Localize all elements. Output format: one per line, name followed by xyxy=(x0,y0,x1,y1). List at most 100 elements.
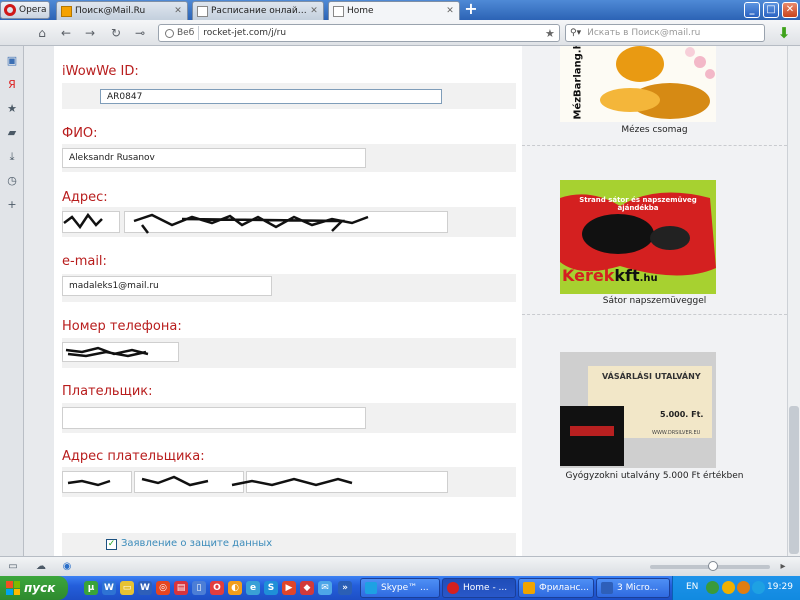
minimize-window-icon[interactable]: _ xyxy=(744,2,760,18)
voucher-amount: 5.000. Ft. xyxy=(660,410,704,419)
add-panel-icon[interactable]: + xyxy=(5,198,19,212)
search-field[interactable]: ⚲▾ Искать в Поиск@mail.ru xyxy=(565,24,765,42)
address-field[interactable]: Веб rocket-jet.com/j/ru ★ xyxy=(158,24,560,42)
utorrent-icon[interactable]: µ xyxy=(84,581,98,595)
tray-update-icon[interactable] xyxy=(737,581,750,594)
honey-ad-image[interactable]: MézBarlang.hu xyxy=(560,46,716,122)
web-badge[interactable]: Веб xyxy=(161,26,200,40)
folder-icon[interactable]: ▭ xyxy=(120,581,134,595)
start-button[interactable]: пуск xyxy=(0,576,68,600)
globe-icon xyxy=(165,28,174,38)
tent-ad-image[interactable]: Strand sátor és napszemüveg ajándékba Ke… xyxy=(560,180,716,294)
bookmarks-star-icon[interactable]: ★ xyxy=(5,102,19,116)
task-skype[interactable]: Skype™ ... xyxy=(360,578,440,598)
opera-quicklaunch-icon[interactable]: O xyxy=(210,581,224,595)
bookmark-star-icon[interactable]: ★ xyxy=(545,27,559,40)
reload-icon[interactable]: ↻ xyxy=(108,25,124,41)
tray-network-icon[interactable] xyxy=(706,581,719,594)
zoom-in-icon[interactable]: ▸ xyxy=(776,560,790,574)
opera-icon xyxy=(447,582,459,594)
consent-checkbox[interactable]: ✓ xyxy=(106,539,117,550)
tab-label: Поиск@Mail.Ru xyxy=(75,6,146,16)
tent-ad-caption[interactable]: Sátor napszemüveggel xyxy=(522,296,787,306)
new-tab-plus-icon[interactable]: + xyxy=(463,1,479,18)
address-row xyxy=(62,207,516,237)
tab-close-icon[interactable]: ✕ xyxy=(445,6,455,16)
voucher-ad-caption[interactable]: Gyógyzokni utalvány 5.000 Ft értékben xyxy=(522,471,787,481)
tab-close-icon[interactable]: ✕ xyxy=(309,6,319,16)
maximize-window-icon[interactable]: □ xyxy=(763,2,779,18)
fio-input[interactable]: Aleksandr Rusanov xyxy=(62,148,366,168)
honey-ad-caption[interactable]: Mézes csomag xyxy=(522,125,787,135)
word-icon[interactable]: W xyxy=(138,581,152,595)
fio-row: Aleksandr Rusanov xyxy=(62,144,516,172)
firefox-icon[interactable]: ◐ xyxy=(228,581,242,595)
tray-skype-icon[interactable] xyxy=(752,581,765,594)
consent-link[interactable]: Заявление о защите данных xyxy=(121,538,272,549)
media-icon[interactable]: ▶ xyxy=(282,581,296,595)
iwowwe-id-input[interactable]: AR0847 xyxy=(100,89,442,104)
speed-dial-icon[interactable]: ▣ xyxy=(5,54,19,68)
show-desktop-icon[interactable]: ▯ xyxy=(192,581,206,595)
notes-icon[interactable]: ▰ xyxy=(5,126,19,140)
tab-close-icon[interactable]: ✕ xyxy=(173,6,183,16)
skype-quicklaunch-icon[interactable]: S xyxy=(264,581,278,595)
turbo-cloud-icon[interactable]: ☁ xyxy=(34,560,48,574)
task-opera-home[interactable]: Home - ... xyxy=(442,578,516,598)
downloads-icon[interactable]: ⤓ xyxy=(5,150,19,164)
zoom-slider[interactable] xyxy=(650,561,770,571)
opera-menu-label: Opera xyxy=(19,5,47,15)
payer-address-redaction-scribble xyxy=(67,475,353,487)
page-viewport: iWowWe ID: AR0847 ФИО: Aleksandr Rusanov… xyxy=(24,46,787,556)
status-bar: ▭ ☁ ◉ ▸ xyxy=(0,556,800,576)
document-favicon-icon xyxy=(333,5,344,17)
close-window-icon[interactable]: ✕ xyxy=(782,2,798,18)
payer-label: Плательщик: xyxy=(62,384,153,399)
voucher-title: VÁSÁRLÁSI UTALVÁNY xyxy=(602,372,701,381)
forward-arrow-icon[interactable]: → xyxy=(82,25,98,41)
presentation-icon[interactable]: ▤ xyxy=(174,581,188,595)
email-label: e-mail: xyxy=(62,254,107,269)
consent-row: ✓ Заявление о защите данных xyxy=(62,533,516,556)
back-arrow-icon[interactable]: ← xyxy=(58,25,74,41)
zoom-slider-knob[interactable] xyxy=(708,561,718,571)
speed-dial-status-icon[interactable]: ◉ xyxy=(60,560,74,574)
voucher-url: WWW.DRSILVER.EU xyxy=(652,430,701,436)
tab-home[interactable]: Home ✕ xyxy=(328,1,460,20)
page-scrollbar[interactable] xyxy=(787,46,800,556)
browser-icon xyxy=(523,582,535,594)
fio-label: ФИО: xyxy=(62,126,98,141)
messenger-icon[interactable]: ✉ xyxy=(318,581,332,595)
tray-shield-icon[interactable] xyxy=(722,581,735,594)
key-icon[interactable]: ⊸ xyxy=(132,25,148,41)
voucher-ad-image[interactable]: VÁSÁRLÁSI UTALVÁNY 5.000. Ft. WWW.DRSILV… xyxy=(560,352,716,468)
taskbar-expand-icon[interactable]: » xyxy=(338,581,352,595)
tab-mail-search[interactable]: Поиск@Mail.Ru ✕ xyxy=(56,1,188,20)
history-clock-icon[interactable]: ◷ xyxy=(5,174,19,188)
task-freelance[interactable]: Фриланс... xyxy=(518,578,594,598)
tab-schedule[interactable]: Расписание онлайн пре... ✕ xyxy=(192,1,324,20)
toggle-panel-icon[interactable]: ▭ xyxy=(6,560,20,574)
ie-icon[interactable]: e xyxy=(246,581,260,595)
search-icon[interactable]: ⚲▾ xyxy=(570,28,581,38)
mail-ru-favicon-icon xyxy=(61,5,72,17)
task-label: Фриланс... xyxy=(539,583,589,593)
opera-menu-button[interactable]: Opera xyxy=(0,1,50,19)
home-icon[interactable]: ⌂ xyxy=(34,25,50,41)
opera-logo-icon xyxy=(4,4,16,16)
chrome-icon[interactable]: ◎ xyxy=(156,581,170,595)
windows-taskbar: пуск µ W ▭ W ◎ ▤ ▯ O ◐ e S ▶ ◆ ✉ » Skype… xyxy=(0,576,800,600)
side-panel: ▣ Я ★ ▰ ⤓ ◷ + xyxy=(0,46,24,556)
scrollbar-thumb[interactable] xyxy=(789,406,799,554)
app-icon[interactable]: ◆ xyxy=(300,581,314,595)
email-input[interactable]: madaleks1@mail.ru xyxy=(62,276,272,296)
url-text[interactable]: rocket-jet.com/j/ru xyxy=(199,28,545,38)
word-quicklaunch-icon[interactable]: W xyxy=(102,581,116,595)
download-arrow-icon[interactable]: ⬇ xyxy=(776,25,792,41)
payer-input[interactable] xyxy=(62,407,366,429)
yandex-icon[interactable]: Я xyxy=(5,78,19,92)
task-word[interactable]: 3 Micro... xyxy=(596,578,670,598)
language-indicator[interactable]: EN xyxy=(686,582,698,592)
address-toolbar: ⌂ ← → ↻ ⊸ Веб rocket-jet.com/j/ru ★ ⚲▾ И… xyxy=(0,20,800,46)
windows-flag-icon xyxy=(6,581,20,595)
